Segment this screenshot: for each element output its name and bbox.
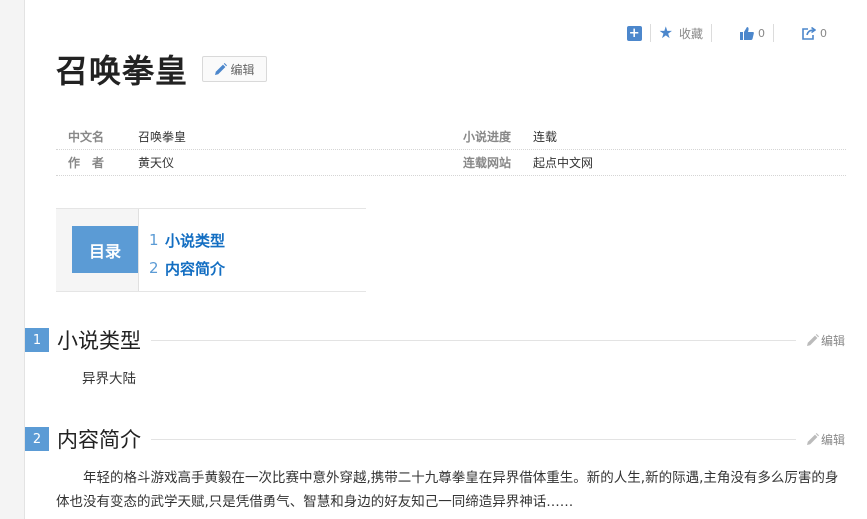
section-title: 小说类型: [57, 329, 141, 353]
edit-label: 编辑: [820, 432, 845, 447]
info-label: 小说进度: [463, 130, 512, 144]
info-value-author[interactable]: 黄天仪: [138, 154, 174, 171]
toc-link[interactable]: 内容简介: [165, 258, 225, 279]
toc-number: 1: [149, 231, 159, 249]
page-title: 召唤拳皇: [56, 52, 189, 90]
thumbs-up-icon: [740, 26, 754, 40]
info-label: 连载网站: [463, 156, 512, 170]
divider: [151, 438, 796, 440]
like-button[interactable]: 0: [740, 26, 765, 40]
info-label: 作 者: [68, 156, 105, 170]
pencil-icon: [806, 333, 819, 346]
add-button[interactable]: +: [626, 25, 642, 41]
share-icon: [802, 26, 816, 40]
divider: [711, 24, 712, 42]
section-edit-button[interactable]: 编辑: [806, 431, 845, 448]
plus-icon: +: [626, 25, 642, 41]
section-title: 内容简介: [57, 428, 141, 452]
section-edit-button[interactable]: 编辑: [806, 332, 845, 349]
section-number: 1: [25, 328, 49, 352]
info-value: 连载: [533, 130, 558, 144]
section-heading-novel-type: 1 小说类型 编辑: [25, 327, 845, 353]
star-icon: ★: [658, 23, 673, 42]
top-action-bar: + ★ 收藏 0 0: [626, 22, 827, 44]
basic-info-table: 中文名 召唤拳皇 小说进度 连载 作 者 黄天仪 连载网站 起点中文网: [56, 124, 846, 176]
toc-item-novel-type[interactable]: 1 小说类型: [149, 226, 366, 254]
toc-heading: 目录: [72, 226, 138, 273]
table-of-contents: 目录 1 小说类型 2 内容简介: [56, 208, 366, 292]
pencil-icon: [806, 432, 819, 445]
section-number: 2: [25, 427, 49, 451]
edit-label: 编辑: [230, 62, 255, 77]
toc-item-synopsis[interactable]: 2 内容简介: [149, 254, 366, 282]
toc-number: 2: [149, 259, 159, 277]
info-value: 召唤拳皇: [138, 130, 187, 144]
favorite-button[interactable]: ★ 收藏: [659, 25, 703, 42]
divider: [151, 339, 796, 341]
edit-title-button[interactable]: 编辑: [202, 56, 267, 82]
info-label: 中文名: [68, 130, 105, 144]
pencil-icon: [215, 62, 228, 75]
info-row: 作 者 黄天仪 连载网站 起点中文网: [56, 150, 846, 176]
left-margin-strip: [0, 0, 25, 519]
edit-label: 编辑: [820, 333, 845, 348]
favorite-label: 收藏: [678, 26, 703, 41]
toc-list: 1 小说类型 2 内容简介: [138, 209, 366, 291]
share-count: 0: [820, 26, 827, 40]
info-row: 中文名 召唤拳皇 小说进度 连载: [56, 124, 846, 150]
like-count: 0: [758, 26, 765, 40]
toc-link[interactable]: 小说类型: [165, 230, 225, 251]
section-heading-synopsis: 2 内容简介 编辑: [25, 426, 845, 452]
divider: [773, 24, 774, 42]
share-button[interactable]: 0: [802, 26, 827, 40]
info-value-website[interactable]: 起点中文网: [533, 154, 593, 171]
section-body: 异界大陆: [82, 371, 136, 387]
divider: [649, 24, 651, 42]
section-body: 年轻的格斗游戏高手黄毅在一次比赛中意外穿越,携带二十九尊拳皇在异界借体重生。新的…: [56, 470, 839, 510]
